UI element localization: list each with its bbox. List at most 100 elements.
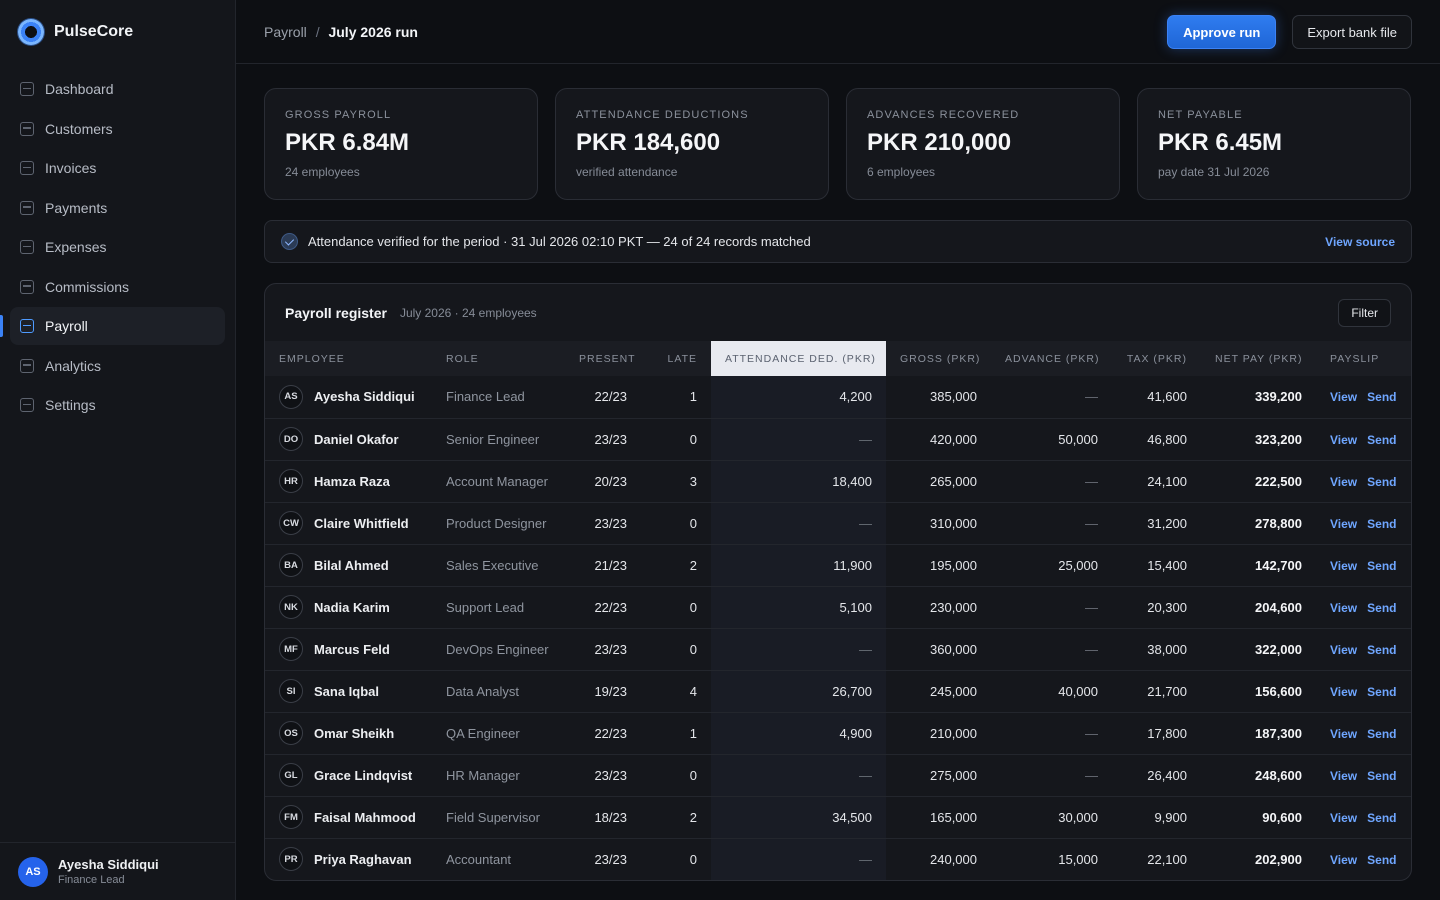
table-row[interactable]: MF Marcus Feld DevOps Engineer 23/23 0 — 360,0… [265, 628, 1411, 670]
tax-cell: 17,800 [1147, 725, 1187, 741]
sidebar-item-label: Analytics [45, 357, 102, 374]
payslip-send-link[interactable]: Send [1367, 643, 1396, 657]
user-profile[interactable]: AS Ayesha Siddiqui Finance Lead [0, 842, 235, 900]
register-title: Payroll register [285, 304, 387, 321]
logo-icon [18, 19, 44, 45]
tax-cell: 46,800 [1147, 431, 1187, 447]
filter-button[interactable]: Filter [1338, 299, 1391, 327]
payslip-view-link[interactable]: View [1330, 769, 1357, 783]
column-header[interactable]: TAX (PKR) [1112, 341, 1201, 376]
table-row[interactable]: CW Claire Whitfield Product Designer 23/23 0… [265, 502, 1411, 544]
employee: OS Omar Sheikh [279, 721, 418, 745]
banner-text: Attendance verified for the period · 31 … [308, 234, 811, 249]
sidebar-item-dashboard[interactable]: Dashboard [10, 70, 225, 108]
payslip-view-link[interactable]: View [1330, 559, 1357, 573]
present-cell: 22/23 [594, 389, 627, 405]
late-cell: 0 [689, 641, 697, 657]
column-header[interactable]: NET PAY (PKR) [1201, 341, 1316, 376]
table-row[interactable]: PR Priya Raghavan Accountant 23/23 0 — 240,000… [265, 838, 1411, 880]
payslip-view-link[interactable]: View [1330, 643, 1357, 657]
net-pay-cell: 142,700 [1255, 557, 1302, 573]
sidebar-item-commissions[interactable]: Commissions [10, 268, 225, 306]
sidebar-item-label: Settings [45, 397, 96, 413]
column-header[interactable]: ROLE [432, 341, 565, 376]
present-cell: 23/23 [594, 767, 627, 783]
table-row[interactable]: GL Grace Lindqvist HR Manager 23/23 0 — 275,00… [265, 754, 1411, 796]
payslip-cell: View Send [1316, 502, 1411, 544]
kpi-value: PKR 184,600 [576, 129, 721, 156]
column-header[interactable]: ADVANCE (PKR) [991, 341, 1112, 376]
table-row[interactable]: BA Bilal Ahmed Sales Executive 21/23 2 11,900… [265, 544, 1411, 586]
payslip-cell: View Send [1316, 586, 1411, 628]
column-header[interactable]: LATE [641, 341, 711, 376]
sidebar-item-customers[interactable]: Customers [10, 110, 225, 148]
payslip-view-link[interactable]: View [1330, 853, 1357, 867]
payslip-view-link[interactable]: View [1330, 390, 1357, 404]
payslip-cell: View Send [1316, 418, 1411, 460]
sidebar-item-invoices[interactable]: Invoices [10, 149, 225, 187]
column-header[interactable]: EMPLOYEE [265, 341, 432, 376]
payslip-send-link[interactable]: Send [1367, 559, 1396, 573]
payslip-send-link[interactable]: Send [1367, 769, 1396, 783]
sidebar-item-settings[interactable]: Settings [10, 386, 225, 424]
column-header[interactable]: ATTENDANCE DED. (PKR) [711, 341, 886, 376]
customers-icon [20, 121, 34, 136]
payslip-view-link[interactable]: View [1330, 685, 1357, 699]
payslip-send-link[interactable]: Send [1367, 853, 1396, 867]
net-pay-cell: 202,900 [1255, 851, 1302, 867]
net-pay-cell: 204,600 [1255, 599, 1302, 615]
table-row[interactable]: NK Nadia Karim Support Lead 22/23 0 5,100 230,… [265, 586, 1411, 628]
payslip-send-link[interactable]: Send [1367, 390, 1396, 404]
gross-cell: 230,000 [930, 599, 977, 615]
payslip-view-link[interactable]: View [1330, 517, 1357, 531]
sidebar-item-label: Expenses [45, 239, 107, 255]
sidebar: PulseCore Dashboard Customers Invoices Paym… [0, 0, 236, 900]
employee-name: Omar Sheikh [314, 725, 395, 741]
export-bank-file-button[interactable]: Export bank file [1292, 15, 1412, 49]
sidebar-item-payments[interactable]: Payments [10, 189, 225, 227]
employee: AS Ayesha Siddiqui [279, 384, 418, 409]
payslip-send-link[interactable]: Send [1367, 727, 1396, 741]
column-header[interactable]: PAYSLIP [1316, 341, 1411, 376]
sidebar-item-payroll[interactable]: Payroll [0, 307, 225, 345]
payslip-send-link[interactable]: Send [1367, 811, 1396, 825]
late-cell: 0 [689, 767, 697, 783]
payslip-send-link[interactable]: Send [1367, 475, 1396, 489]
column-header[interactable]: PRESENT [565, 341, 641, 376]
user-meta: Ayesha Siddiqui Finance Lead [58, 857, 159, 886]
column-header[interactable]: GROSS (PKR) [886, 341, 991, 376]
payslip-send-link[interactable]: Send [1367, 517, 1396, 531]
sidebar-item-expenses[interactable]: Expenses [10, 228, 225, 266]
table-row[interactable]: HR Hamza Raza Account Manager 20/23 3 18,400 2… [265, 460, 1411, 502]
brand[interactable]: PulseCore [0, 0, 235, 64]
role-cell: Product Designer [446, 515, 547, 531]
payslip-view-link[interactable]: View [1330, 601, 1357, 615]
approve-run-button[interactable]: Approve run [1167, 15, 1277, 49]
kpi-sub: pay date 31 Jul 2026 [1158, 165, 1270, 179]
avatar: SI [279, 679, 303, 703]
avatar: AS [18, 856, 48, 887]
advance-cell: 30,000 [1058, 809, 1098, 825]
employee: GL Grace Lindqvist [279, 763, 418, 787]
role-cell: HR Manager [446, 767, 520, 783]
table-row[interactable]: SI Sana Iqbal Data Analyst 19/23 4 26,700 245,… [265, 670, 1411, 712]
table-row[interactable]: FM Faisal Mahmood Field Supervisor 18/23 2 34… [265, 796, 1411, 838]
payslip-send-link[interactable]: Send [1367, 433, 1396, 447]
attendance-deduction-cell: 5,100 [711, 586, 886, 628]
payslip-view-link[interactable]: View [1330, 727, 1357, 741]
table-row[interactable]: DO Daniel Okafor Senior Engineer 23/23 0 — 420… [265, 418, 1411, 460]
payslip-view-link[interactable]: View [1330, 433, 1357, 447]
table-row[interactable]: OS Omar Sheikh QA Engineer 22/23 1 4,900 210,0… [265, 712, 1411, 754]
payslip-send-link[interactable]: Send [1367, 601, 1396, 615]
breadcrumb-parent[interactable]: Payroll [264, 24, 307, 40]
sidebar-item-label: Customers [45, 120, 113, 137]
payslip-view-link[interactable]: View [1330, 811, 1357, 825]
sidebar-item-analytics[interactable]: Analytics [10, 347, 225, 385]
attendance-deduction-cell: 18,400 [711, 460, 886, 502]
payslip-send-link[interactable]: Send [1367, 685, 1396, 699]
employee-cell: SI Sana Iqbal [265, 670, 432, 712]
payslip-view-link[interactable]: View [1330, 475, 1357, 489]
table-row[interactable]: AS Ayesha Siddiqui Finance Lead 22/23 1 4,200… [265, 376, 1411, 418]
view-source-link[interactable]: View source [1325, 235, 1395, 249]
payslip-cell: View Send [1316, 460, 1411, 502]
